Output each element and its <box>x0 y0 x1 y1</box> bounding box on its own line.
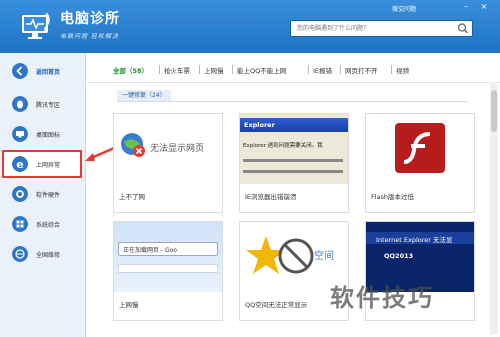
main-content: 全部（58） 抢火车票 上网慢 能上QQ不能上网 IE报错 网页打不开 视频 一… <box>87 53 500 337</box>
dialog-title: Internet Explorer 无法显 <box>376 236 453 244</box>
submit-question-link[interactable]: 搜交问题 <box>392 4 416 13</box>
close-icon[interactable]: × <box>478 2 490 12</box>
minimize-icon[interactable]: – <box>460 2 472 12</box>
app-title: 电脑诊所 <box>60 11 120 27</box>
svg-text:e: e <box>16 158 23 171</box>
sidebar-item-repair[interactable]: 全国维修 <box>2 240 82 268</box>
card-thumb-text: 空间 <box>314 249 334 262</box>
app-logo-icon <box>22 12 50 39</box>
sidebar-item-label: 全国维修 <box>36 252 61 259</box>
card-thumb-text: 正在加载网页 - Goo <box>123 247 177 254</box>
tab-divider <box>199 65 200 74</box>
tab-all[interactable]: 全部（58） <box>113 65 148 75</box>
scrollbar[interactable] <box>490 82 498 334</box>
card-thumb-text: 无法显示网页 <box>150 144 205 154</box>
dialog-titlebar: Internet Explorer 无法显 <box>366 232 474 244</box>
tab-bar: 全部（58） 抢火车票 上网慢 能上QQ不能上网 IE报错 网页打不开 视频 <box>87 53 500 83</box>
tab-train-tickets[interactable]: 抢火车票 <box>164 65 190 75</box>
back-arrow-icon <box>12 63 28 79</box>
sidebar-item-network[interactable]: e 上网异常 <box>2 150 82 178</box>
search-icon[interactable] <box>456 22 471 35</box>
title-bar: 电脑诊所 电脑问题 轻松解决 搜交问题 – × <box>0 0 500 53</box>
monitor-icon <box>12 126 28 142</box>
browser-tab: 正在加载网页 - Goo <box>118 242 218 256</box>
sidebar-item-label: 桌面图标 <box>36 132 61 139</box>
tab-page-wont-open[interactable]: 网页打不开 <box>345 65 378 75</box>
card-caption: QQ空间无法正常显示 <box>245 301 308 309</box>
card-caption: IE浏览器出错崩溃 <box>245 193 297 201</box>
sidebar-item-label: 返回首页 <box>36 69 61 76</box>
section-label: 一键修复（24） <box>117 90 171 101</box>
dialog-titlebar: Explorer <box>240 118 348 132</box>
dialog-title: Explorer <box>244 121 275 129</box>
card-thumbnail: Explorer Explorer 遇到问题需要关闭。我 <box>240 114 348 184</box>
scrollbar-thumb[interactable] <box>491 90 497 132</box>
sidebar-item-system[interactable]: 系统综合 <box>2 210 82 238</box>
tab-divider <box>340 65 341 74</box>
tab-divider <box>159 65 160 74</box>
windows-icon <box>12 216 28 232</box>
card-thumbnail <box>366 114 474 184</box>
tab-slow-network[interactable]: 上网慢 <box>204 65 224 75</box>
tab-divider <box>391 65 392 74</box>
card-caption: 上不了网 <box>119 193 145 201</box>
sidebar-item-label: 软件硬件 <box>36 192 61 199</box>
tab-video[interactable]: 视频 <box>396 65 409 75</box>
section-divider <box>117 101 467 102</box>
sidebar-item-label: 上网异常 <box>36 162 61 169</box>
card-thumb-text: QQ2013 <box>384 252 414 260</box>
card-ie-crash[interactable]: Explorer Explorer 遇到问题需要关闭。我 IE浏览器出错崩溃 <box>239 113 349 213</box>
sidebar-item-software-hardware[interactable]: 软件硬件 <box>2 180 82 208</box>
card-caption: 上网慢 <box>119 301 139 309</box>
sidebar-item-desktop-icons[interactable]: 桌面图标 <box>2 120 82 148</box>
card-no-internet[interactable]: 无法显示网页 上不了网 <box>113 113 223 213</box>
qq-zone-icon: 空间 <box>246 236 334 274</box>
address-bar <box>118 264 218 273</box>
sidebar-item-label: 腾讯专区 <box>36 102 61 109</box>
sidebar-item-home[interactable]: 返回首页 <box>2 57 82 85</box>
ie-icon: e <box>12 156 28 172</box>
gear-icon <box>12 186 28 202</box>
penguin-icon <box>12 96 28 112</box>
flash-icon <box>395 123 445 173</box>
tab-ie-error[interactable]: IE报错 <box>313 65 332 75</box>
globe-icon <box>12 246 28 262</box>
tab-divider <box>308 65 309 74</box>
text-line <box>243 159 343 162</box>
card-thumb-text: Explorer 遇到问题需要关闭。我 <box>243 143 323 149</box>
card-caption: Flash版本过低 <box>371 193 415 201</box>
card-thumbnail: 正在加载网页 - Goo <box>114 222 222 292</box>
card-slow-network[interactable]: 正在加载网页 - Goo 上网慢 <box>113 221 223 321</box>
globe-error-icon <box>121 133 145 157</box>
card-thumbnail: 无法显示网页 <box>114 114 222 184</box>
sidebar-item-label: 系统综合 <box>36 222 61 229</box>
tab-qq-no-internet[interactable]: 能上QQ不能上网 <box>237 65 286 75</box>
text-line <box>243 170 343 173</box>
search-input[interactable] <box>291 21 451 36</box>
sidebar: 返回首页 腾讯专区 桌面图标 e 上网异常 软件硬件 系统综合 全国维修 <box>0 53 86 337</box>
search-box <box>290 20 473 37</box>
sidebar-item-tencent[interactable]: 腾讯专区 <box>2 90 82 118</box>
app-subtitle: 电脑问题 轻松解决 <box>60 33 119 40</box>
card-flash[interactable]: Flash版本过低 <box>365 113 475 213</box>
watermark-text: 软件技巧 <box>330 284 434 312</box>
tab-divider <box>232 65 233 74</box>
